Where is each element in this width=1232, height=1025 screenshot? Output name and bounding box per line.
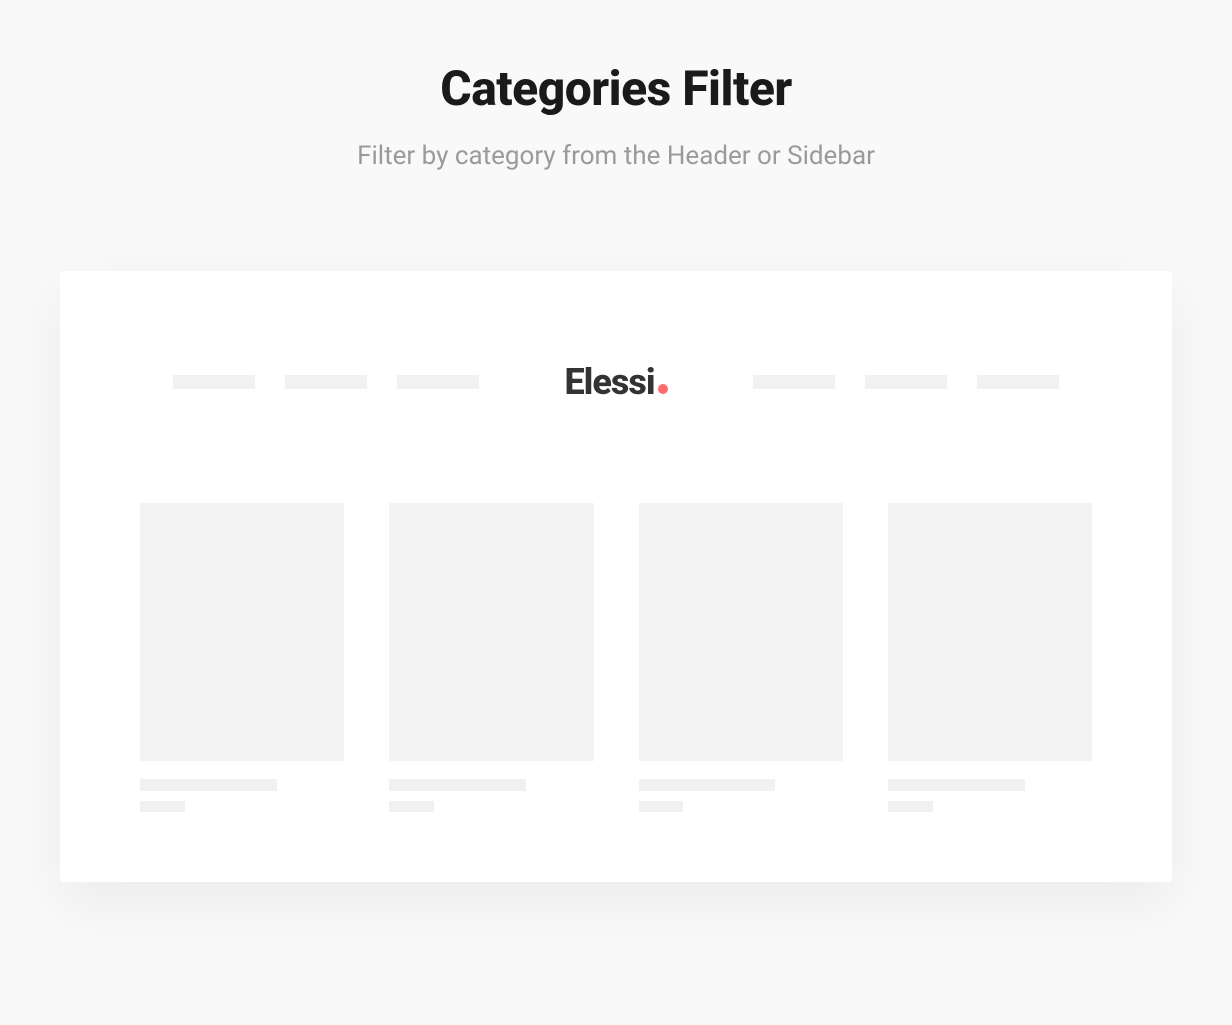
- product-title-placeholder: [639, 779, 776, 791]
- logo-text: Elessi: [564, 361, 654, 403]
- product-title-placeholder: [140, 779, 277, 791]
- page-title: Categories Filter: [0, 60, 1232, 117]
- logo-dot-icon: [658, 384, 668, 394]
- product-card: [639, 503, 843, 812]
- product-grid: [140, 503, 1092, 812]
- header-nav-row: Elessi: [140, 361, 1092, 403]
- nav-item-placeholder: [977, 375, 1059, 389]
- product-price-placeholder: [140, 801, 185, 812]
- product-card: [140, 503, 344, 812]
- product-card: [389, 503, 593, 812]
- nav-item-placeholder: [397, 375, 479, 389]
- brand-logo: Elessi: [564, 361, 667, 403]
- heading-section: Categories Filter Filter by category fro…: [0, 60, 1232, 171]
- product-image-placeholder: [888, 503, 1092, 761]
- product-image-placeholder: [140, 503, 344, 761]
- nav-item-placeholder: [173, 375, 255, 389]
- product-price-placeholder: [888, 801, 933, 812]
- product-price-placeholder: [389, 801, 434, 812]
- preview-card: Elessi: [60, 271, 1172, 882]
- page-subtitle: Filter by category from the Header or Si…: [0, 141, 1232, 171]
- nav-item-placeholder: [753, 375, 835, 389]
- nav-item-placeholder: [285, 375, 367, 389]
- product-title-placeholder: [888, 779, 1025, 791]
- product-image-placeholder: [389, 503, 593, 761]
- product-price-placeholder: [639, 801, 684, 812]
- nav-item-placeholder: [865, 375, 947, 389]
- product-card: [888, 503, 1092, 812]
- product-title-placeholder: [389, 779, 526, 791]
- page-container: Categories Filter Filter by category fro…: [0, 0, 1232, 882]
- product-image-placeholder: [639, 503, 843, 761]
